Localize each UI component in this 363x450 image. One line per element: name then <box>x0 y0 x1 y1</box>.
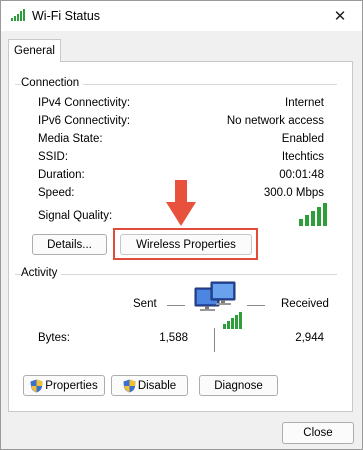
bytes-sent-value: 1,588 <box>159 332 188 344</box>
general-panel: Connection IPv4 Connectivity: Internet I… <box>8 61 353 412</box>
uac-shield-icon <box>30 379 43 392</box>
ipv6-label: IPv6 Connectivity: <box>38 115 131 127</box>
close-icon[interactable]: ✕ <box>318 1 362 31</box>
bytes-label: Bytes: <box>38 332 70 344</box>
received-label: Received <box>281 298 329 310</box>
sent-line <box>167 305 185 306</box>
highlight-box <box>113 228 258 260</box>
media-state-label: Media State: <box>38 133 103 145</box>
uac-shield-icon <box>123 379 136 392</box>
network-computers-icon <box>194 281 242 329</box>
properties-label: Properties <box>45 379 98 392</box>
duration-label: Duration: <box>38 169 85 181</box>
ssid-label: SSID: <box>38 151 69 163</box>
ipv4-value: Internet <box>285 97 324 109</box>
speed-label: Speed: <box>38 187 75 199</box>
disable-label: Disable <box>137 379 177 392</box>
red-arrow-annotation <box>166 180 196 226</box>
signal-strength-icon <box>299 203 327 226</box>
title-bar: Wi-Fi Status ✕ <box>1 1 362 31</box>
window-title: Wi-Fi Status <box>32 9 101 23</box>
ssid-value: Itechtics <box>281 151 324 163</box>
ipv4-label: IPv4 Connectivity: <box>38 97 131 109</box>
details-button[interactable]: Details... <box>32 234 107 255</box>
received-line <box>247 305 265 306</box>
ipv6-value: No network access <box>226 115 324 127</box>
sent-label: Sent <box>133 298 157 310</box>
activity-divider <box>15 274 337 275</box>
properties-button[interactable]: Properties <box>23 375 105 396</box>
activity-heading: Activity <box>21 267 62 279</box>
speed-value: 300.0 Mbps <box>263 187 324 199</box>
diagnose-button[interactable]: Diagnose <box>199 375 278 396</box>
bytes-divider <box>214 328 215 352</box>
signal-quality-label: Signal Quality: <box>38 210 113 222</box>
wifi-status-window: Wi-Fi Status ✕ General Connection IPv4 C… <box>0 0 363 450</box>
disable-button[interactable]: Disable <box>111 375 188 396</box>
wifi-signal-icon <box>11 9 25 21</box>
duration-value: 00:01:48 <box>279 169 324 181</box>
bytes-received-value: 2,944 <box>295 332 324 344</box>
tab-general[interactable]: General <box>8 39 61 62</box>
close-button[interactable]: Close <box>282 422 354 444</box>
connection-heading: Connection <box>21 77 84 89</box>
media-state-value: Enabled <box>281 133 324 145</box>
